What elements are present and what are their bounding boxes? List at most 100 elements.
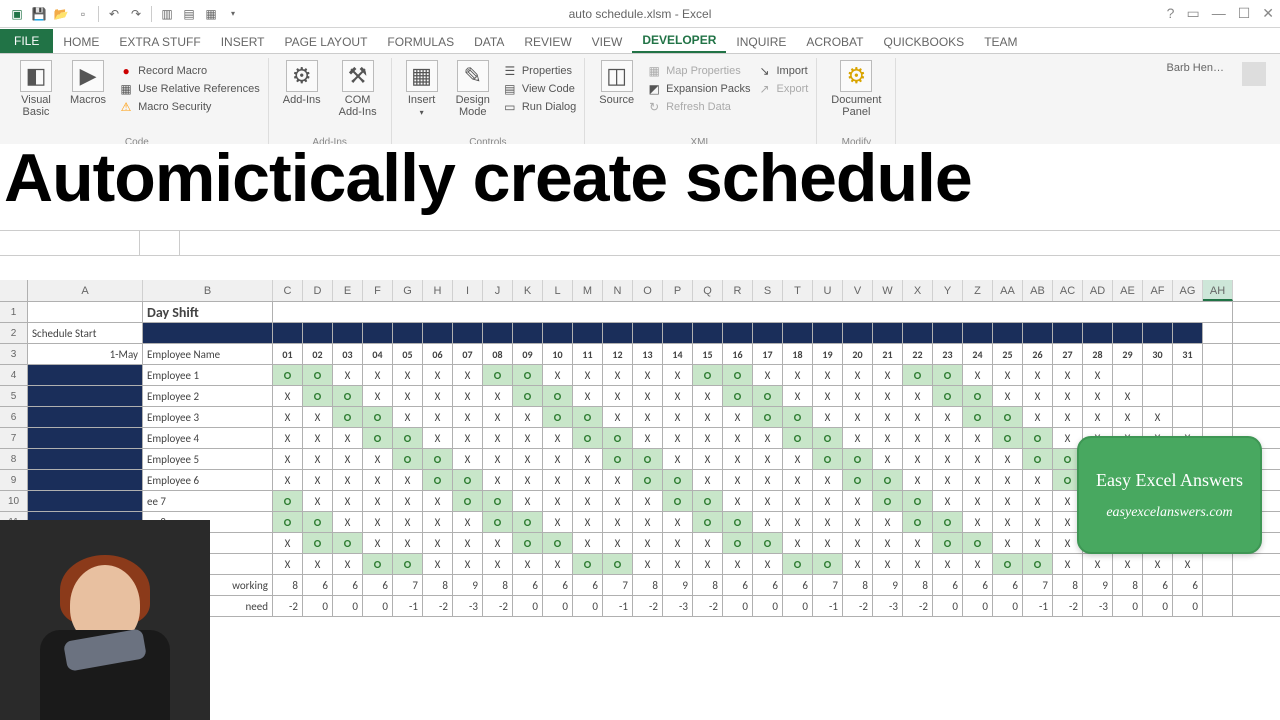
col-header-AE[interactable]: AE: [1113, 280, 1143, 301]
cell[interactable]: [28, 302, 143, 322]
expansion-packs-button[interactable]: ◩Expansion Packs: [646, 80, 750, 98]
addins-button[interactable]: ⚙Add-Ins: [277, 58, 327, 120]
row-header[interactable]: 8: [0, 449, 28, 469]
cell[interactable]: O: [723, 365, 753, 385]
cell[interactable]: 30: [1143, 344, 1173, 364]
col-header-X[interactable]: X: [903, 280, 933, 301]
cell[interactable]: [1143, 302, 1173, 322]
cell[interactable]: 0: [513, 596, 543, 616]
cell[interactable]: X: [393, 407, 423, 427]
com-addins-button[interactable]: ⚒COM Add-Ins: [333, 58, 383, 120]
cell[interactable]: -2: [903, 596, 933, 616]
cell[interactable]: X: [573, 512, 603, 532]
col-header-T[interactable]: T: [783, 280, 813, 301]
cell[interactable]: X: [573, 365, 603, 385]
cell[interactable]: Employee 6: [143, 470, 273, 490]
cell[interactable]: [1113, 323, 1143, 343]
cell[interactable]: X: [873, 386, 903, 406]
cell[interactable]: X: [723, 407, 753, 427]
cell[interactable]: X: [783, 365, 813, 385]
design-mode-button[interactable]: ✎Design Mode: [450, 58, 496, 120]
cell[interactable]: O: [783, 407, 813, 427]
cell[interactable]: [333, 302, 363, 322]
cell[interactable]: Employee 5: [143, 449, 273, 469]
cell[interactable]: X: [363, 386, 393, 406]
cell[interactable]: X: [693, 449, 723, 469]
redo-icon[interactable]: ↷: [127, 5, 145, 23]
cell[interactable]: X: [783, 533, 813, 553]
cell[interactable]: -2: [423, 596, 453, 616]
cell[interactable]: X: [963, 554, 993, 574]
cell[interactable]: 04: [363, 344, 393, 364]
cell[interactable]: [303, 302, 333, 322]
cell[interactable]: 8: [273, 575, 303, 595]
cell[interactable]: 6: [363, 575, 393, 595]
minimize-icon[interactable]: —: [1212, 5, 1226, 22]
cell[interactable]: O: [393, 554, 423, 574]
cell[interactable]: X: [1113, 554, 1143, 574]
col-header-AC[interactable]: AC: [1053, 280, 1083, 301]
cell[interactable]: [633, 323, 663, 343]
cell[interactable]: [273, 302, 303, 322]
cell[interactable]: [1173, 302, 1203, 322]
cell[interactable]: [513, 302, 543, 322]
cell[interactable]: O: [543, 386, 573, 406]
tab-acrobat[interactable]: ACROBAT: [796, 31, 873, 53]
col-header-N[interactable]: N: [603, 280, 633, 301]
cell[interactable]: X: [753, 491, 783, 511]
cell[interactable]: X: [423, 407, 453, 427]
macro-security-button[interactable]: ⚠Macro Security: [118, 98, 260, 116]
cell[interactable]: 6: [1173, 575, 1203, 595]
cell[interactable]: O: [363, 554, 393, 574]
cell[interactable]: X: [753, 449, 783, 469]
cell[interactable]: [1203, 365, 1233, 385]
cell[interactable]: 8: [903, 575, 933, 595]
row-header[interactable]: 7: [0, 428, 28, 448]
tab-formulas[interactable]: FORMULAS: [377, 31, 464, 53]
cell[interactable]: 6: [543, 575, 573, 595]
cell[interactable]: -2: [843, 596, 873, 616]
cell[interactable]: 25: [993, 344, 1023, 364]
cell[interactable]: 7: [1023, 575, 1053, 595]
cell[interactable]: X: [723, 491, 753, 511]
cell[interactable]: [903, 323, 933, 343]
cell[interactable]: X: [1053, 554, 1083, 574]
cell[interactable]: O: [693, 365, 723, 385]
cell[interactable]: X: [273, 470, 303, 490]
cell[interactable]: 27: [1053, 344, 1083, 364]
cell[interactable]: O: [603, 554, 633, 574]
cell[interactable]: X: [603, 386, 633, 406]
relative-refs-button[interactable]: ▦Use Relative References: [118, 80, 260, 98]
cell[interactable]: X: [873, 407, 903, 427]
cell[interactable]: X: [1053, 407, 1083, 427]
cell[interactable]: O: [273, 512, 303, 532]
cell[interactable]: 21: [873, 344, 903, 364]
cell[interactable]: X: [453, 407, 483, 427]
cell[interactable]: X: [813, 533, 843, 553]
cell[interactable]: O: [483, 491, 513, 511]
cell[interactable]: X: [813, 386, 843, 406]
cell[interactable]: O: [513, 386, 543, 406]
cell[interactable]: X: [423, 554, 453, 574]
cell[interactable]: X: [273, 428, 303, 448]
cell[interactable]: O: [303, 365, 333, 385]
cell[interactable]: [963, 323, 993, 343]
cell[interactable]: [1143, 323, 1173, 343]
cell[interactable]: X: [1053, 365, 1083, 385]
cell[interactable]: X: [573, 386, 603, 406]
cell[interactable]: X: [1023, 365, 1053, 385]
cell[interactable]: X: [693, 533, 723, 553]
ribbon-options-icon[interactable]: ▭: [1186, 5, 1199, 22]
tab-review[interactable]: REVIEW: [514, 31, 581, 53]
cell[interactable]: X: [1083, 554, 1113, 574]
cell[interactable]: X: [333, 491, 363, 511]
cell[interactable]: X: [303, 449, 333, 469]
col-header-AH[interactable]: AH: [1203, 280, 1233, 301]
cell[interactable]: O: [693, 491, 723, 511]
select-all-corner[interactable]: [0, 280, 28, 301]
cell[interactable]: 0: [963, 596, 993, 616]
tab-file[interactable]: FILE: [0, 29, 53, 53]
cell[interactable]: 1-May: [28, 344, 143, 364]
cell[interactable]: X: [603, 365, 633, 385]
document-panel-button[interactable]: ⚙Document Panel: [825, 58, 887, 120]
